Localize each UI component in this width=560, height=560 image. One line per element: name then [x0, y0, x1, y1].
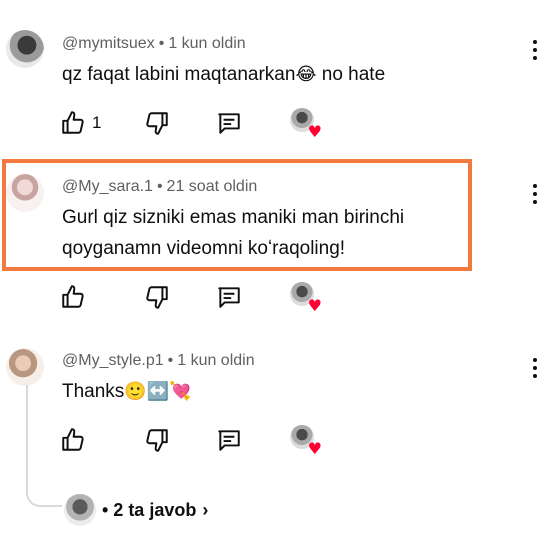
- comment-text: qz faqat labini maqtanarkan😂 no hate: [62, 64, 386, 85]
- more-vert-icon[interactable]: [532, 184, 538, 206]
- thread-connector: [26, 385, 62, 507]
- more-vert-icon[interactable]: [532, 40, 538, 62]
- comment-icon: [218, 113, 240, 134]
- comment-author[interactable]: @mymitsuex: [62, 35, 155, 52]
- reply-button[interactable]: [216, 109, 242, 137]
- replies-count: • 2 ta javob: [102, 499, 197, 520]
- thumb-down-icon: [146, 112, 168, 135]
- dislike-button[interactable]: [144, 109, 170, 137]
- thumb-up-icon: [62, 285, 84, 308]
- comment-icon: [218, 430, 240, 451]
- comment-3-actions: ♥: [60, 425, 360, 458]
- avatar[interactable]: [6, 174, 44, 212]
- comment-1-actions: 1 ♥: [60, 108, 360, 141]
- like-button[interactable]: [60, 426, 86, 454]
- heart-icon: ♥: [307, 122, 322, 141]
- creator-heart-icon: ♥: [290, 425, 322, 458]
- comment-icon: [218, 287, 240, 308]
- comment-author[interactable]: @My_sara.1: [62, 178, 153, 195]
- more-vert-icon[interactable]: [532, 358, 538, 380]
- comment-meta: @mymitsuex • 1 kun oldin: [62, 35, 246, 52]
- avatar[interactable]: [6, 30, 44, 68]
- thumb-up-icon: [62, 111, 84, 134]
- thumb-down-icon: [146, 429, 168, 452]
- emoji-group: 🙂↔️💘: [124, 381, 192, 402]
- comment-meta: @My_sara.1 • 21 soat oldin: [62, 178, 258, 195]
- reply-button[interactable]: [216, 283, 242, 311]
- like-count: 1: [92, 113, 102, 132]
- heart-icon: ♥: [307, 296, 322, 315]
- avatar[interactable]: [6, 348, 44, 386]
- comment-time: 21 soat oldin: [166, 178, 258, 195]
- comment-text: Gurl qiz sizniki emas maniki man birinch…: [62, 207, 405, 259]
- comment-time: 1 kun oldin: [177, 352, 255, 369]
- reply-avatar: [64, 494, 96, 526]
- creator-heart-icon: ♥: [290, 282, 322, 315]
- comment-text: Thanks🙂↔️💘: [62, 381, 192, 402]
- chevron-right-icon: ›: [202, 499, 209, 520]
- heart-icon: ♥: [307, 439, 322, 458]
- reply-button[interactable]: [216, 426, 242, 454]
- thumb-up-icon: [62, 428, 84, 451]
- comment-time: 1 kun oldin: [168, 35, 246, 52]
- view-replies-button[interactable]: • 2 ta javob ›: [64, 492, 208, 528]
- comment-author[interactable]: @My_style.p1: [62, 352, 164, 369]
- thumb-down-icon: [146, 286, 168, 309]
- dislike-button[interactable]: [144, 283, 170, 311]
- comment-meta: @My_style.p1 • 1 kun oldin: [62, 352, 255, 369]
- like-button[interactable]: [60, 283, 86, 311]
- comment-2-actions: ♥: [60, 282, 360, 315]
- like-button[interactable]: 1: [60, 109, 101, 137]
- creator-heart-icon: ♥: [290, 108, 322, 141]
- emoji-laughing: 😂: [295, 64, 317, 85]
- dislike-button[interactable]: [144, 426, 170, 454]
